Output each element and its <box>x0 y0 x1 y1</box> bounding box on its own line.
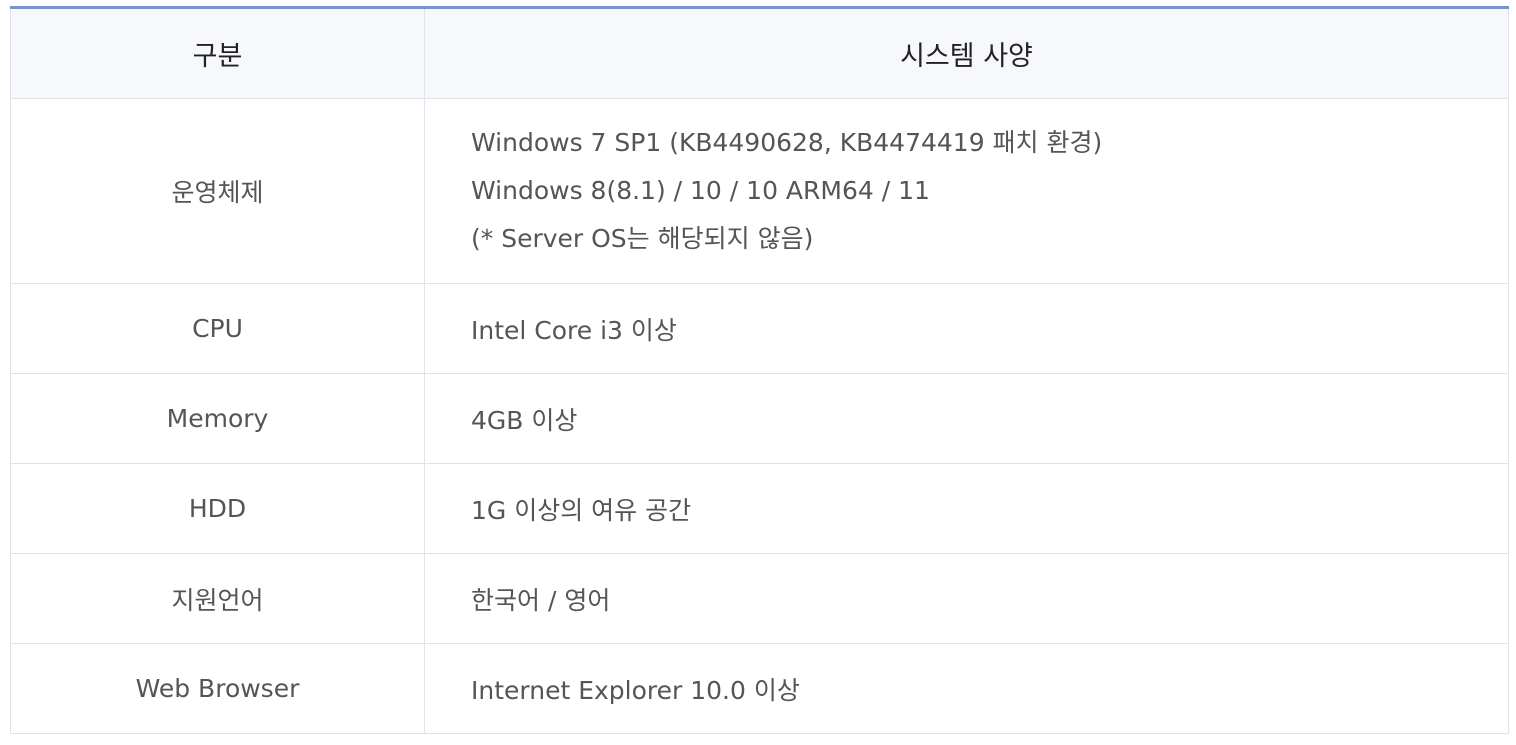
table-row-os: 운영체제 Windows 7 SP1 (KB4490628, KB4474419… <box>10 98 1509 284</box>
row-label-browser: Web Browser <box>10 643 425 734</box>
header-category: 구분 <box>10 7 425 99</box>
table-row-hdd: HDD 1G 이상의 여유 공간 <box>10 463 1509 554</box>
table-header-row: 구분 시스템 사양 <box>10 7 1509 99</box>
row-value-browser: Internet Explorer 10.0 이상 <box>424 643 1509 734</box>
table-row-memory: Memory 4GB 이상 <box>10 373 1509 464</box>
system-spec-table-container: 구분 시스템 사양 운영체제 Windows 7 SP1 (KB4490628,… <box>10 6 1509 734</box>
table-row-language: 지원언어 한국어 / 영어 <box>10 553 1509 644</box>
os-line-1: Windows 7 SP1 (KB4490628, KB4474419 패치 환… <box>471 128 1103 157</box>
row-label-hdd: HDD <box>10 463 425 554</box>
row-value-os: Windows 7 SP1 (KB4490628, KB4474419 패치 환… <box>424 98 1509 284</box>
row-label-language: 지원언어 <box>10 553 425 644</box>
os-line-3: (* Server OS는 해당되지 않음) <box>471 224 814 253</box>
system-spec-table: 구분 시스템 사양 운영체제 Windows 7 SP1 (KB4490628,… <box>10 6 1509 734</box>
row-label-memory: Memory <box>10 373 425 464</box>
row-label-os: 운영체제 <box>10 98 425 284</box>
row-value-memory: 4GB 이상 <box>424 373 1509 464</box>
row-value-cpu: Intel Core i3 이상 <box>424 283 1509 374</box>
header-system-spec: 시스템 사양 <box>424 7 1509 99</box>
row-value-hdd: 1G 이상의 여유 공간 <box>424 463 1509 554</box>
table-row-cpu: CPU Intel Core i3 이상 <box>10 283 1509 374</box>
os-line-2: Windows 8(8.1) / 10 / 10 ARM64 / 11 <box>471 176 930 205</box>
row-value-language: 한국어 / 영어 <box>424 553 1509 644</box>
table-row-browser: Web Browser Internet Explorer 10.0 이상 <box>10 643 1509 734</box>
row-label-cpu: CPU <box>10 283 425 374</box>
